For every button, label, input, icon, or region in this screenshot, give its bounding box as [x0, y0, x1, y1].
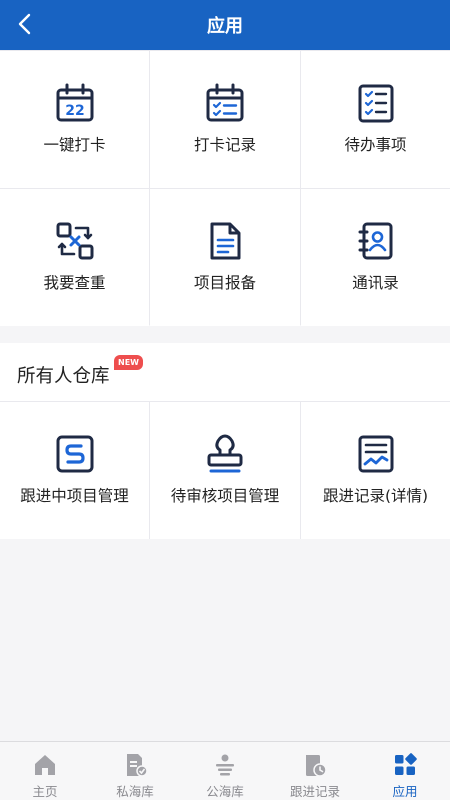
- document-report-icon: [210, 222, 241, 260]
- app-label: 通讯录: [352, 274, 399, 292]
- top-app-bar: 应用: [0, 0, 450, 50]
- apps-grid-icon: [395, 753, 417, 775]
- tab-label: 主页: [32, 784, 58, 799]
- tab-follow-records[interactable]: 跟进记录: [270, 742, 360, 800]
- app-pending-review-projects[interactable]: 待审核项目管理: [150, 402, 300, 539]
- app-label: 待办事项: [344, 136, 407, 154]
- todo-checklist-icon: [358, 84, 393, 123]
- app-label: 跟进记录(详情): [322, 487, 429, 505]
- app-label: 一键打卡: [43, 136, 106, 154]
- home-icon: [35, 755, 55, 775]
- calendar-number: 22: [65, 103, 84, 119]
- warehouse-grid: 跟进中项目管理 待审核项目管理 跟进记录(详情): [0, 401, 450, 539]
- app-contacts[interactable]: 通讯录: [301, 189, 450, 326]
- contacts-book-icon: [358, 222, 392, 260]
- warehouse-section-header: 所有人仓库 NEW: [0, 343, 450, 401]
- app-one-click-checkin[interactable]: 22 一键打卡: [0, 51, 149, 188]
- app-following-projects[interactable]: 跟进中项目管理: [0, 402, 149, 539]
- chevron-left-icon: [18, 13, 31, 35]
- new-badge: NEW: [114, 355, 143, 370]
- duplicate-check-icon: [56, 222, 93, 260]
- app-label: 项目报备: [193, 274, 256, 292]
- tab-apps[interactable]: 应用: [360, 742, 450, 800]
- section-title: 所有人仓库: [17, 366, 110, 387]
- stamp-icon: [207, 434, 243, 473]
- s-box-icon: [56, 435, 93, 473]
- app-label: 我要查重: [43, 274, 106, 292]
- app-label: 打卡记录: [193, 136, 256, 154]
- follow-record-icon: [306, 755, 327, 777]
- chart-document-icon: [358, 435, 393, 473]
- tab-label: 公海库: [206, 784, 244, 799]
- app-grid: 22 一键打卡 打卡记录 待办事项 我要查重 项目报备 通讯录: [0, 50, 450, 326]
- app-checkin-records[interactable]: 打卡记录: [150, 51, 300, 188]
- tab-private-pool[interactable]: 私海库: [90, 742, 180, 800]
- app-project-report[interactable]: 项目报备: [150, 189, 300, 326]
- tab-home[interactable]: 主页: [0, 742, 90, 800]
- app-duplicate-check[interactable]: 我要查重: [0, 189, 149, 326]
- app-follow-records-detail[interactable]: 跟进记录(详情): [301, 402, 450, 539]
- calendar-checklist-icon: [206, 83, 244, 122]
- private-pool-icon: [127, 754, 148, 777]
- app-label: 待审核项目管理: [170, 487, 280, 505]
- tab-label: 应用: [392, 784, 418, 799]
- bottom-tab-bar: 主页 私海库 公海库 跟进记录 应用: [0, 741, 450, 800]
- public-pool-icon: [216, 754, 234, 776]
- tab-label: 跟进记录: [289, 784, 340, 799]
- tab-label: 私海库: [116, 784, 154, 799]
- tab-public-pool[interactable]: 公海库: [180, 742, 270, 800]
- back-button[interactable]: [10, 9, 40, 39]
- page-title: 应用: [207, 16, 243, 37]
- app-todo[interactable]: 待办事项: [301, 51, 450, 188]
- calendar-22-icon: 22: [56, 83, 93, 122]
- app-label: 跟进中项目管理: [20, 487, 129, 505]
